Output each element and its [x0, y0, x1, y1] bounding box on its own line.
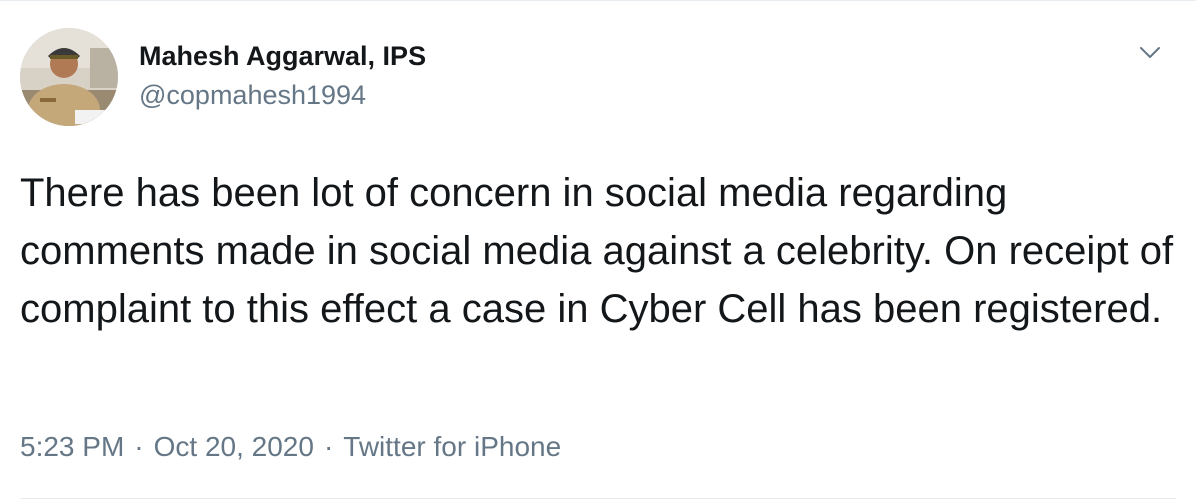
divider — [20, 498, 1176, 499]
tweet-source[interactable]: Twitter for iPhone — [343, 431, 561, 462]
author-handle[interactable]: @copmahesh1994 — [139, 80, 366, 111]
meta-separator: · — [323, 431, 334, 462]
tweet-date[interactable]: Oct 20, 2020 — [154, 431, 314, 462]
profile-photo-icon — [20, 28, 118, 126]
more-options-button[interactable] — [1132, 35, 1168, 71]
avatar[interactable] — [20, 28, 118, 126]
tweet-time[interactable]: 5:23 PM — [20, 431, 124, 462]
chevron-down-icon — [1140, 47, 1160, 58]
author-display-name[interactable]: Mahesh Aggarwal, IPS — [139, 41, 426, 72]
tweet-meta: 5:23 PM · Oct 20, 2020 · Twitter for iPhone — [20, 431, 561, 463]
tweet-card: Mahesh Aggarwal, IPS @copmahesh1994 Ther… — [0, 0, 1196, 504]
tweet-text: There has been lot of concern in social … — [20, 171, 1174, 331]
meta-separator: · — [134, 431, 144, 462]
